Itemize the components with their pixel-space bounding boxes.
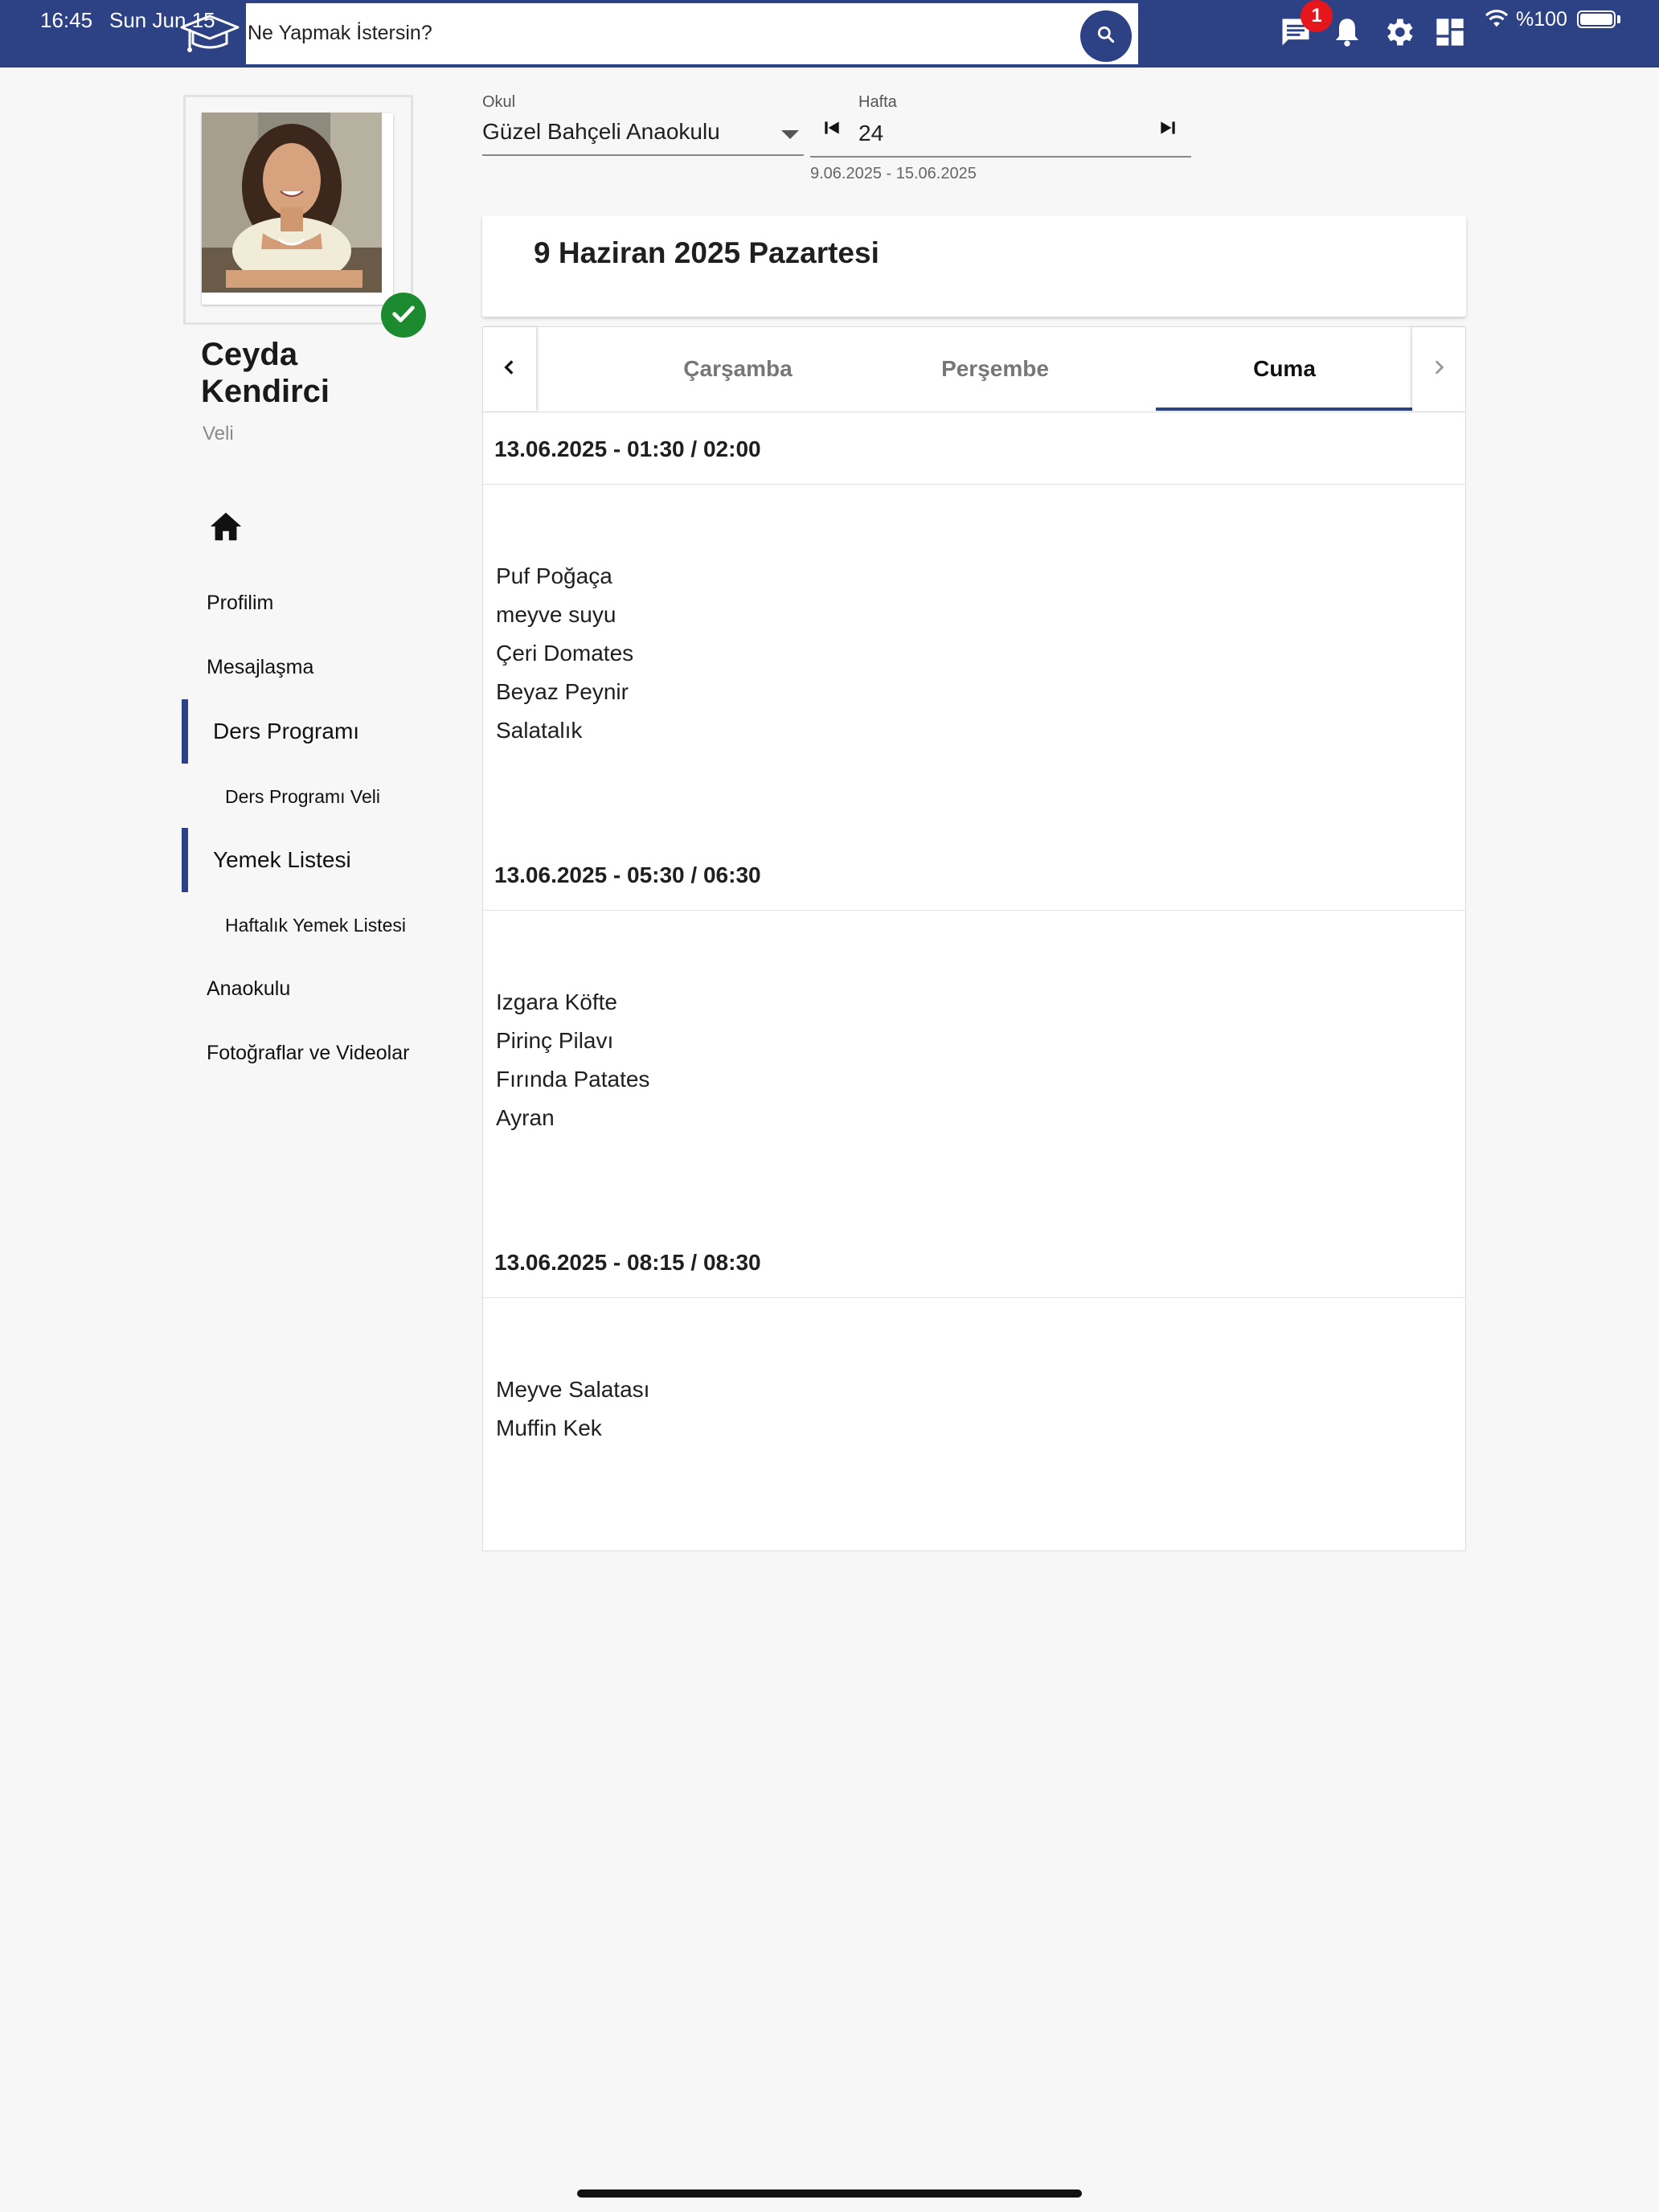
skip-next-icon[interactable]: [1157, 117, 1178, 142]
meal-item: Pirinç Pilavı: [496, 1028, 614, 1053]
meal-item: Fırında Patates: [496, 1067, 650, 1092]
home-indicator[interactable]: [577, 2189, 1082, 2198]
gear-icon: [1381, 14, 1416, 54]
meal-item: Puf Poğaça: [496, 563, 612, 588]
search-icon: [1096, 24, 1116, 49]
meal-item: Muffin Kek: [496, 1415, 602, 1440]
nav-lesson-program[interactable]: Ders Programı: [213, 719, 359, 744]
bell-icon: [1331, 14, 1363, 54]
search-input[interactable]: [248, 14, 1051, 51]
meal-item-list: Izgara Köfte Pirinç Pilavı Fırında Patat…: [496, 983, 649, 1137]
nav-messaging[interactable]: Mesajlaşma: [207, 656, 313, 679]
nav-active-indicator: [182, 828, 188, 892]
meal-item-list: Meyve Salatası Muffin Kek: [496, 1370, 649, 1448]
meal-time-header: 13.06.2025 - 05:30 / 06:30: [483, 838, 1465, 911]
tab-persembe[interactable]: Perşembe: [866, 327, 1124, 411]
meal-time: 13.06.2025 - 01:30 / 02:00: [494, 436, 761, 461]
graduation-cap-icon[interactable]: [178, 8, 241, 58]
meal-item-list: Puf Poğaça meyve suyu Çeri Domates Beyaz…: [496, 557, 633, 750]
top-app-bar: 16:45 Sun Jun 15 1: [0, 0, 1659, 68]
meal-time: 13.06.2025 - 05:30 / 06:30: [494, 862, 761, 887]
school-label: Okul: [482, 93, 516, 111]
nav-weekly-meal-list[interactable]: Haftalık Yemek Listesi: [225, 915, 406, 936]
dashboard-icon: [1434, 16, 1466, 52]
home-icon[interactable]: [207, 508, 244, 545]
notifications-button[interactable]: [1328, 14, 1366, 53]
tab-carsamba[interactable]: Çarşamba: [609, 327, 866, 411]
settings-button[interactable]: [1379, 14, 1418, 53]
tab-cuma[interactable]: Cuma: [1156, 327, 1413, 411]
verified-badge: [381, 293, 426, 338]
chevron-right-icon: [1428, 357, 1449, 382]
meal-panel: Çarşamba Perşembe Cuma 13.06.2025 - 01:3…: [482, 326, 1466, 1551]
day-tabs: Çarşamba Perşembe Cuma: [483, 327, 1465, 412]
nav-lesson-program-parent[interactable]: Ders Programı Veli: [225, 786, 380, 808]
meal-item: meyve suyu: [496, 602, 616, 627]
chevron-left-icon: [499, 357, 520, 382]
user-role: Veli: [203, 423, 234, 444]
meal-item: Salatalık: [496, 718, 583, 743]
nav-kindergarten[interactable]: Anaokulu: [207, 977, 290, 1001]
nav-active-indicator: [182, 699, 188, 764]
nav-meal-list[interactable]: Yemek Listesi: [213, 847, 351, 873]
school-value: Güzel Bahçeli Anaokulu: [482, 119, 720, 144]
battery-level: %100: [1516, 8, 1567, 31]
meal-item: Meyve Salatası: [496, 1377, 650, 1402]
battery-icon: [1577, 10, 1616, 28]
wifi-icon: [1484, 8, 1509, 33]
user-name: Ceyda Kendirci: [201, 337, 330, 409]
search-bar: [246, 3, 1138, 64]
meal-item: Çeri Domates: [496, 641, 634, 666]
meal-time-header: 13.06.2025 - 08:15 / 08:30: [483, 1226, 1465, 1298]
week-value[interactable]: 24: [858, 121, 883, 146]
tab-scroll-right-button[interactable]: [1412, 327, 1465, 411]
search-button[interactable]: [1080, 10, 1132, 62]
skip-previous-icon[interactable]: [821, 117, 842, 142]
meal-item: Izgara Köfte: [496, 989, 617, 1014]
check-icon: [390, 300, 417, 331]
date-title: 9 Haziran 2025 Pazartesi: [534, 236, 879, 269]
nav-profile[interactable]: Profilim: [207, 592, 273, 615]
dashboard-button[interactable]: [1431, 14, 1469, 53]
nav-photos-videos[interactable]: Fotoğraflar ve Videolar: [207, 1042, 409, 1065]
active-tab-indicator: [1156, 408, 1413, 411]
date-card: 9 Haziran 2025 Pazartesi: [482, 215, 1466, 317]
meal-time: 13.06.2025 - 08:15 / 08:30: [494, 1250, 761, 1275]
dropdown-caret-icon: [781, 130, 799, 139]
meal-item: Ayran: [496, 1105, 555, 1130]
week-range: 9.06.2025 - 15.06.2025: [810, 165, 977, 182]
school-select[interactable]: Güzel Bahçeli Anaokulu: [482, 113, 804, 156]
week-field: 24: [810, 109, 1191, 158]
meal-time-header: 13.06.2025 - 01:30 / 02:00: [483, 412, 1465, 485]
tab-scroll-left-button[interactable]: [483, 327, 536, 411]
status-time: 16:45: [40, 8, 93, 32]
avatar-photo: [202, 113, 382, 293]
meal-item: Beyaz Peynir: [496, 679, 629, 704]
